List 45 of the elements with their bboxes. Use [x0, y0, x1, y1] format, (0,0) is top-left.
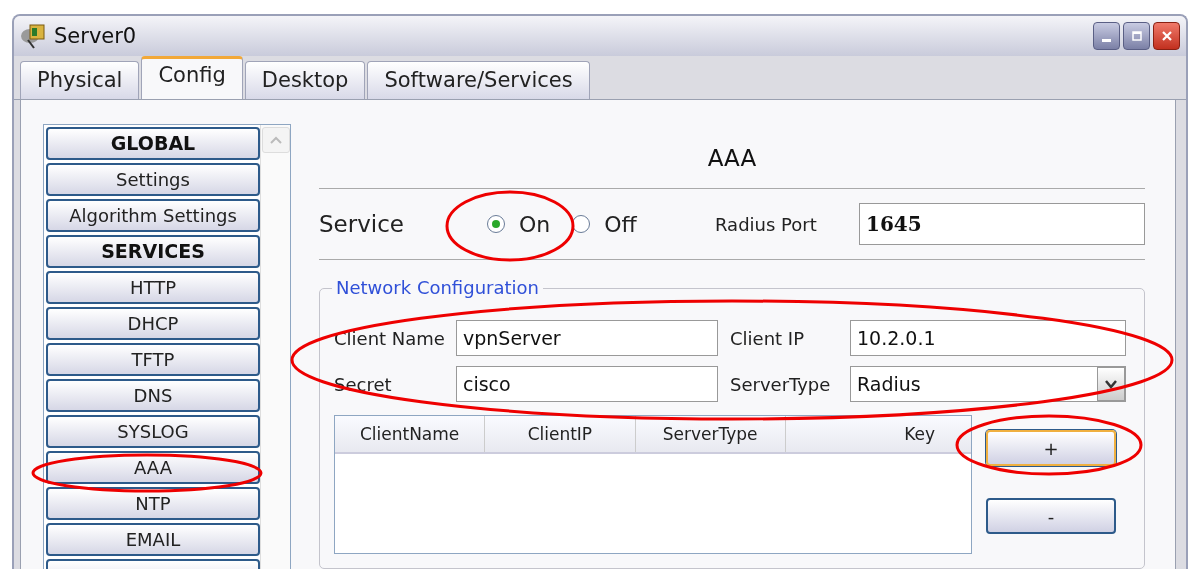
input-field[interactable]: 1645 [859, 203, 1145, 245]
column-header[interactable]: Key [785, 416, 971, 452]
panel-title: AAA [706, 144, 758, 173]
sidebar-item[interactable]: DHCP [46, 307, 260, 340]
tab[interactable]: Config [141, 56, 243, 99]
radio-button[interactable]: On [487, 211, 551, 237]
sidebar-item[interactable]: EMAIL [46, 523, 260, 556]
field-label: ServerType [729, 373, 832, 395]
tab[interactable]: Physical [20, 61, 140, 99]
close-icon [1160, 30, 1173, 42]
sidebar-item[interactable]: Algorithm Settings [46, 199, 260, 232]
maximize-icon [1130, 30, 1143, 42]
sidebar-item[interactable]: HTTP [46, 271, 260, 304]
column-header[interactable]: ClientIP [485, 416, 636, 452]
server-icon [20, 22, 48, 50]
sidebar-item[interactable]: AAA [46, 451, 260, 484]
caret-up-icon [270, 136, 282, 144]
add-button[interactable]: + [986, 430, 1116, 466]
sidebar-item[interactable]: SYSLOG [46, 415, 260, 448]
radio-button[interactable]: Off [572, 211, 637, 237]
window-title: Server0 [54, 24, 138, 48]
dropdown[interactable]: Radius [850, 366, 1126, 402]
remove-button[interactable]: - [986, 498, 1116, 534]
sidebar-item[interactable]: DNS [46, 379, 260, 412]
close-button[interactable] [1153, 22, 1180, 50]
input-field[interactable]: cisco [456, 366, 718, 402]
maximize-button[interactable] [1123, 22, 1150, 50]
tab[interactable]: Desktop [244, 61, 366, 99]
sidebar-item[interactable]: NTP [46, 487, 260, 520]
field-label: Service [319, 211, 405, 237]
scrollbar[interactable] [260, 125, 290, 569]
column-header[interactable]: ClientName [335, 416, 486, 452]
sidebar-header[interactable]: GLOBAL [46, 127, 260, 160]
sidebar-header[interactable]: SERVICES [46, 235, 260, 268]
sidebar-item[interactable]: Settings [46, 163, 260, 196]
field-label: Client IP [729, 327, 805, 349]
minimize-icon [1102, 38, 1111, 42]
group-title: Network Configuration [332, 277, 543, 298]
field-label: Radius Port [715, 213, 818, 235]
sidebar-item[interactable]: TFTP [46, 343, 260, 376]
input-field[interactable]: vpnServer [456, 320, 718, 356]
minimize-button[interactable] [1093, 22, 1120, 50]
input-field[interactable]: 10.2.0.1 [850, 320, 1126, 356]
tab[interactable]: Software/Services [367, 61, 590, 99]
column-header[interactable]: ServerType [635, 416, 786, 452]
